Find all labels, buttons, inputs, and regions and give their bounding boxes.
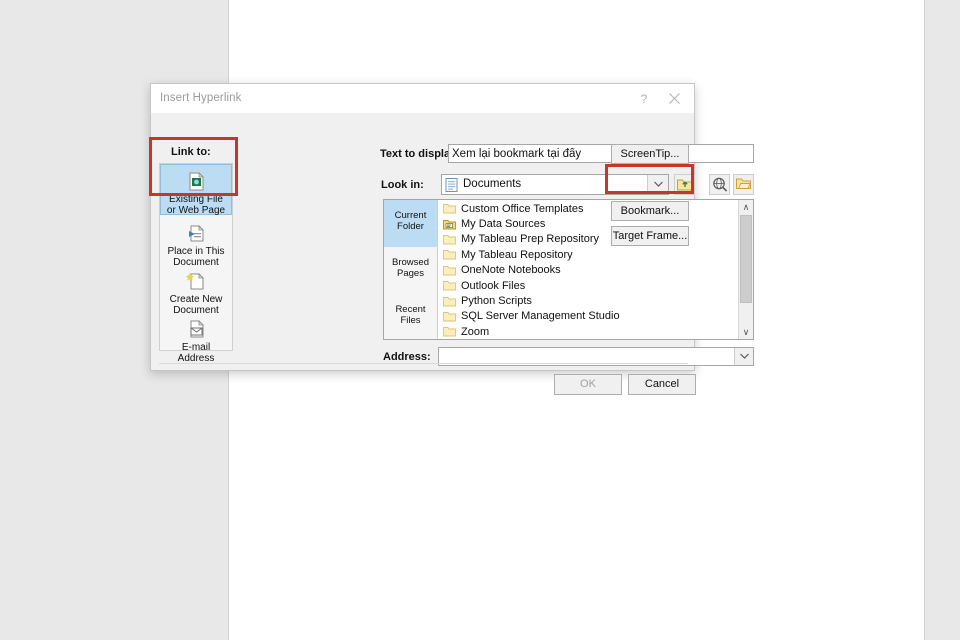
tab-label-line1: Recent <box>395 304 426 315</box>
file-name: SQL Server Management Studio <box>461 310 620 323</box>
scroll-down-icon[interactable]: ∨ <box>739 325 753 339</box>
bookmark-button[interactable]: Bookmark... <box>611 201 689 221</box>
dialog-title: Insert Hyperlink <box>160 92 242 104</box>
link-to-email-address[interactable]: E-mail Address <box>160 313 232 364</box>
list-item[interactable]: Python Scripts <box>438 293 738 308</box>
footer-divider <box>159 363 688 364</box>
list-item[interactable]: SQL Server Management Studio <box>438 309 738 324</box>
browse-the-web-icon[interactable] <box>709 174 730 195</box>
existing-file-or-web-page-icon <box>185 170 207 192</box>
dialog-titlebar: Insert Hyperlink ? <box>151 84 694 113</box>
dialog-body: Link to: Existing File or Web Page Place… <box>151 113 754 395</box>
folder-icon <box>443 234 456 245</box>
file-list[interactable]: Custom Office Templates My Data Sources … <box>438 200 738 339</box>
screentip-button[interactable]: ScreenTip... <box>611 144 689 164</box>
tab-label-line1: Current <box>394 210 427 221</box>
list-item[interactable]: Zoom <box>438 324 738 339</box>
tab-recent-files[interactable]: Recent Files <box>384 294 437 341</box>
tab-label-line2: Pages <box>397 268 424 279</box>
folder-icon <box>443 296 456 307</box>
list-item[interactable]: Outlook Files <box>438 278 738 293</box>
file-browser-panel: Current Folder Browsed Pages Recent File… <box>383 199 754 340</box>
file-name: My Data Sources <box>461 218 546 231</box>
scrollbar-thumb[interactable] <box>740 215 752 303</box>
close-icon[interactable] <box>662 88 686 110</box>
folder-icon <box>443 203 456 214</box>
help-icon[interactable]: ? <box>632 88 656 110</box>
link-to-place-in-this-document[interactable]: Place in This Document <box>160 217 232 268</box>
folder-icon <box>443 326 456 337</box>
link-to-label-line2: Address <box>177 352 215 364</box>
list-item[interactable]: Custom Office Templates <box>438 201 738 216</box>
file-name: Outlook Files <box>461 279 526 292</box>
data-sources-folder-icon <box>443 219 456 230</box>
tab-browsed-pages[interactable]: Browsed Pages <box>384 247 437 294</box>
tab-current-folder[interactable]: Current Folder <box>384 200 437 247</box>
link-to-create-new-document[interactable]: Create New Document <box>160 265 232 316</box>
file-name: Zoom <box>461 325 490 338</box>
browse-for-file-icon[interactable] <box>733 174 754 195</box>
file-name: OneNote Notebooks <box>461 264 561 277</box>
create-new-document-icon <box>185 270 207 292</box>
link-to-label: Link to: <box>171 146 211 158</box>
documents-folder-icon <box>445 178 458 192</box>
look-in-label: Look in: <box>381 179 424 191</box>
chevron-down-icon[interactable] <box>647 175 668 194</box>
email-address-icon <box>185 318 207 340</box>
address-label: Address: <box>383 351 431 363</box>
tab-label-line2: Folder <box>397 221 424 232</box>
scroll-up-icon[interactable]: ∧ <box>739 200 753 214</box>
folder-icon <box>443 280 456 291</box>
file-name: My Tableau Prep Repository <box>461 233 599 246</box>
list-item[interactable]: My Data Sources <box>438 216 738 231</box>
look-in-value: Documents <box>463 178 522 190</box>
target-frame-button[interactable]: Target Frame... <box>611 226 689 246</box>
folder-icon <box>443 265 456 276</box>
text-to-display-input[interactable] <box>448 144 754 163</box>
chevron-down-icon[interactable] <box>734 348 753 365</box>
list-item[interactable]: My Tableau Prep Repository <box>438 232 738 247</box>
ok-button[interactable]: OK <box>554 374 622 395</box>
file-name: Python Scripts <box>461 295 532 308</box>
place-in-this-document-icon <box>185 222 207 244</box>
cancel-button[interactable]: Cancel <box>628 374 696 395</box>
tab-label-line1: Browsed <box>392 257 429 268</box>
file-list-scrollbar[interactable]: ∧ ∨ <box>738 200 753 339</box>
insert-hyperlink-dialog: Insert Hyperlink ? Link to: Existing Fil… <box>150 83 754 395</box>
link-to-rail: Existing File or Web Page Place in This … <box>159 163 233 364</box>
link-to-existing-file-or-web-page[interactable]: Existing File or Web Page <box>160 164 232 216</box>
look-in-combobox[interactable]: Documents <box>441 174 669 195</box>
list-item[interactable]: My Tableau Repository <box>438 247 738 262</box>
folder-icon <box>443 311 456 322</box>
file-name: My Tableau Repository <box>461 248 573 261</box>
tab-label-line2: Files <box>400 315 421 326</box>
browser-tabs-column: Current Folder Browsed Pages Recent File… <box>384 200 438 339</box>
up-one-folder-icon[interactable] <box>674 174 695 195</box>
folder-icon <box>443 249 456 260</box>
list-item[interactable]: OneNote Notebooks <box>438 263 738 278</box>
file-name: Custom Office Templates <box>461 202 584 215</box>
